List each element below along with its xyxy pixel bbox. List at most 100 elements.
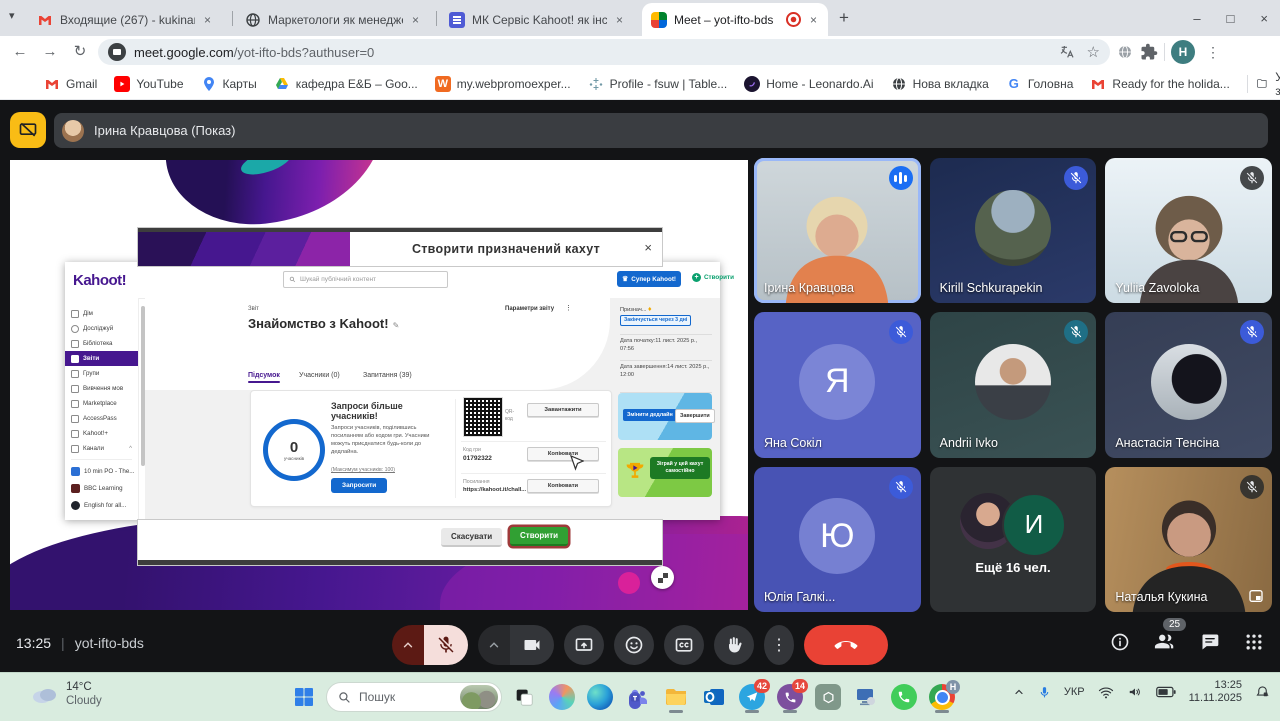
present-button[interactable]	[564, 625, 604, 665]
kahoot-upgrade-button[interactable]: ♛ Супер Kahoot!	[617, 271, 681, 287]
edge-icon[interactable]	[584, 680, 616, 714]
tab-meet-active[interactable]: Meet – yot-ifto-bds ×	[642, 3, 828, 36]
sidebar-item-languages[interactable]: Вивчення мов	[65, 381, 138, 396]
task-view-button[interactable]	[508, 680, 540, 714]
tile-anastasiia-tensina[interactable]: Анастасія Тенсіна	[1105, 312, 1272, 457]
viber-icon[interactable]: 14	[774, 680, 806, 714]
taskbar-search[interactable]: Пошук	[326, 682, 502, 712]
leave-call-button[interactable]	[804, 625, 888, 665]
sidebar-item-kahoot-plus[interactable]: Kahoot!+	[65, 426, 138, 441]
file-explorer-icon[interactable]	[660, 680, 692, 714]
bookmark-tableau[interactable]: Profile - fsuw | Table...	[588, 76, 728, 92]
reactions-button[interactable]	[614, 625, 654, 665]
tile-yuliia-zavoloka[interactable]: Yuliia Zavoloka	[1105, 158, 1272, 303]
extension-globe-icon[interactable]	[1116, 43, 1134, 61]
bookmark-home[interactable]: GГоловна	[1006, 76, 1074, 92]
copilot-icon[interactable]	[546, 680, 578, 714]
sidebar-item-home[interactable]: Дім	[65, 306, 138, 321]
captions-button[interactable]	[664, 625, 704, 665]
teams-icon[interactable]	[622, 680, 654, 714]
bookmark-youtube[interactable]: YouTube	[114, 76, 183, 92]
start-button[interactable]	[288, 680, 320, 714]
bookmark-newtab[interactable]: Нова вкладка	[891, 76, 989, 92]
extensions-puzzle-icon[interactable]	[1140, 43, 1158, 61]
reload-button[interactable]: ↻	[68, 40, 92, 64]
more-options-button[interactable]: ⋮	[764, 625, 794, 665]
whatsapp-icon[interactable]	[888, 680, 920, 714]
cancel-button[interactable]: Скасувати	[441, 528, 502, 547]
download-button[interactable]: Завантажити	[527, 403, 599, 417]
channel-item[interactable]: 10 min PO - The...	[65, 463, 138, 480]
meeting-details-icon[interactable]	[1110, 632, 1130, 652]
all-bookmarks-button[interactable]: Усі закладки	[1275, 70, 1280, 98]
bookmark-maps[interactable]: Карты	[201, 76, 257, 92]
tab-close-icon[interactable]: ×	[808, 13, 819, 27]
tray-clock[interactable]: 13:2511.11.2025	[1189, 679, 1242, 705]
create-button[interactable]: Створити	[510, 527, 568, 546]
tab-search-icon[interactable]: ▾	[9, 9, 15, 22]
weather-widget[interactable]: 14°CCloudy	[30, 680, 102, 709]
tab-kahoot-service[interactable]: МК Сервіс Kahoot! як інструме ×	[440, 3, 638, 36]
copy-link-button[interactable]: Копіювати	[527, 479, 599, 493]
activities-icon[interactable]	[1244, 632, 1264, 652]
max-participants-link[interactable]: (Максимум учасників: 100)	[331, 467, 395, 473]
self-view-icon[interactable]	[1248, 588, 1264, 604]
camera-button[interactable]	[510, 625, 554, 665]
tray-chevron-icon[interactable]	[1013, 686, 1025, 698]
notifications-icon[interactable]	[1255, 685, 1270, 700]
tile-irina-kravtsova[interactable]: Ірина Кравцова	[754, 158, 921, 303]
invite-button[interactable]: Запросити	[331, 478, 387, 493]
camera-options-chevron[interactable]	[478, 625, 510, 665]
sidebar-item-reports[interactable]: Звіти	[65, 351, 138, 366]
window-minimize-button[interactable]: –	[1193, 11, 1200, 26]
bookmark-webpromo[interactable]: Wmy.webpromoexper...	[435, 76, 571, 92]
tab-gmail[interactable]: Входящие (267) - kukinanatala ×	[28, 3, 228, 36]
channel-item[interactable]: BBC Learning	[65, 480, 138, 497]
tab-close-icon[interactable]: ×	[202, 13, 213, 27]
raise-hand-button[interactable]	[714, 625, 754, 665]
keyboard-language[interactable]: УКР	[1064, 686, 1085, 698]
kahoot-search-input[interactable]: Шукай публічний контент	[283, 271, 448, 288]
channel-item[interactable]: English for all...	[65, 497, 138, 514]
tab-summary[interactable]: Підсумок	[248, 372, 280, 379]
presenter-banner[interactable]: Ірина Кравцова (Показ)	[54, 113, 1268, 148]
tile-yana-sokil[interactable]: Я Яна Сокіл	[754, 312, 921, 457]
address-bar[interactable]: meet.google.com/yot-ifto-bds?authuser=0 …	[98, 39, 1110, 65]
bookmark-drive[interactable]: кафедра Е&Б – Goo...	[274, 76, 418, 92]
sidebar-item-accesspass[interactable]: AccessPass	[65, 411, 138, 426]
bookmark-gmail[interactable]: Gmail	[44, 76, 97, 92]
report-options-button[interactable]: Параметри звіту	[505, 306, 554, 312]
tab-questions[interactable]: Запитання (39)	[363, 372, 412, 379]
tile-andrii-ivko[interactable]: Andrii Ivko	[930, 312, 1097, 457]
sidebar-item-marketplace[interactable]: Marketplace	[65, 396, 138, 411]
search-highlight-image[interactable]	[460, 685, 498, 709]
participants-button[interactable]: 25	[1154, 631, 1176, 653]
outlook-icon[interactable]	[698, 680, 730, 714]
report-options-kebab-icon[interactable]: ⋮	[565, 304, 572, 312]
volume-icon[interactable]	[1127, 685, 1143, 699]
tab-participants[interactable]: Учасники (0)	[299, 372, 340, 379]
bookmark-holiday[interactable]: Ready for the holida...	[1090, 76, 1229, 92]
forward-button[interactable]: →	[38, 40, 62, 64]
tile-yuliia-galki[interactable]: Ю Юлія Галкі...	[754, 467, 921, 612]
window-maximize-button[interactable]: □	[1227, 11, 1235, 26]
tile-kirill-schkurapekin[interactable]: Kirill Schkurapekin	[930, 158, 1097, 303]
bookmark-star-icon[interactable]: ☆	[1087, 43, 1100, 61]
tab-close-icon[interactable]: ×	[410, 13, 421, 27]
mic-options-chevron[interactable]	[392, 625, 424, 665]
copy-pin-button[interactable]: Копіювати	[527, 447, 599, 461]
sidebar-item-groups[interactable]: Групи	[65, 366, 138, 381]
new-tab-button[interactable]: +	[832, 6, 856, 30]
mic-mute-button[interactable]	[424, 625, 468, 665]
edit-icon[interactable]: ✎	[393, 321, 400, 330]
sidebar-item-discover[interactable]: Досліджуй	[65, 321, 138, 336]
bookmark-leonardo[interactable]: Home - Leonardo.Ai	[744, 76, 873, 92]
sidebar-item-library[interactable]: Бібліотека	[65, 336, 138, 351]
tray-mic-icon[interactable]	[1038, 685, 1051, 700]
wifi-icon[interactable]	[1098, 686, 1114, 699]
self-play-button[interactable]: Зіграй у цей кахут самостійно	[650, 457, 710, 479]
expand-button[interactable]	[651, 566, 674, 589]
tab-marketers[interactable]: Маркетологи як менеджери ×	[236, 3, 434, 36]
site-info-icon[interactable]	[108, 43, 126, 61]
browser-menu-icon[interactable]: ⋮	[1201, 40, 1225, 64]
